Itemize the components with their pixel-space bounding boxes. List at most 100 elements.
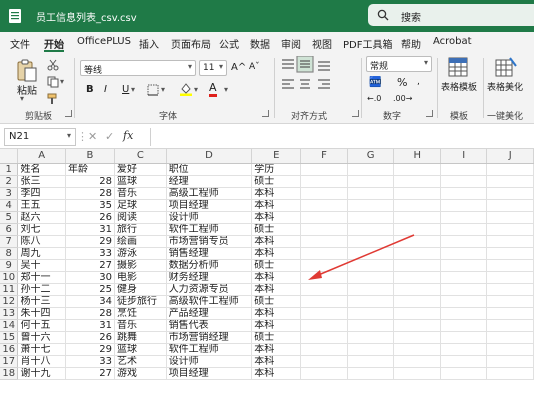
cell[interactable]: 徒步旅行: [114, 295, 167, 308]
cell[interactable]: 28: [65, 307, 115, 320]
worksheet-grid[interactable]: A B C D E F G H I J 1 姓名 年龄 爱好 职位 学历 2 张三 28 篮球 经理…: [0, 149, 534, 400]
cell[interactable]: [347, 355, 395, 368]
tab-page-layout[interactable]: 页面布局: [171, 36, 211, 51]
cell[interactable]: [393, 343, 442, 356]
cell[interactable]: [347, 367, 395, 380]
cell[interactable]: [486, 259, 534, 272]
cell[interactable]: [486, 295, 534, 308]
cell[interactable]: 30: [65, 271, 115, 284]
cell[interactable]: 艺术: [114, 355, 167, 368]
cell[interactable]: [347, 307, 395, 320]
cell[interactable]: [440, 295, 488, 308]
paste-dropdown-icon[interactable]: ▾: [20, 94, 24, 103]
tab-data[interactable]: 数据: [250, 36, 270, 51]
table-beautify-icon[interactable]: [495, 57, 517, 77]
cell[interactable]: 曾十六: [17, 331, 66, 344]
cell[interactable]: 33: [65, 247, 115, 260]
cell[interactable]: [300, 331, 348, 344]
column-header[interactable]: I: [440, 149, 488, 164]
cell[interactable]: 篮球: [114, 175, 167, 188]
table-beautify-button[interactable]: 表格美化: [487, 80, 523, 93]
cell[interactable]: 高级软件工程师: [166, 295, 253, 308]
cell[interactable]: [393, 367, 442, 380]
cell[interactable]: [486, 187, 534, 200]
cell[interactable]: 王五: [17, 199, 66, 212]
cell[interactable]: 本科: [251, 211, 302, 224]
number-launcher-icon[interactable]: [426, 110, 433, 117]
fill-color-dropdown-icon[interactable]: ▾: [194, 85, 198, 94]
cell[interactable]: 硕士: [251, 259, 302, 272]
cell[interactable]: 张三: [17, 175, 66, 188]
clipboard-launcher-icon[interactable]: [65, 110, 72, 117]
row-header[interactable]: 12: [0, 295, 19, 308]
cell[interactable]: 刘七: [17, 223, 66, 236]
cell[interactable]: [300, 259, 348, 272]
cell[interactable]: 设计师: [166, 211, 253, 224]
wrap-text-icon[interactable]: [279, 56, 335, 102]
table-template-icon[interactable]: [448, 57, 468, 77]
cell[interactable]: 本科: [251, 235, 302, 248]
cell[interactable]: [347, 343, 395, 356]
cell[interactable]: 吴十: [17, 259, 66, 272]
cell[interactable]: 硕士: [251, 223, 302, 236]
tab-file[interactable]: 文件: [10, 36, 30, 51]
cell[interactable]: 朱十四: [17, 307, 66, 320]
cell[interactable]: [300, 319, 348, 332]
cell[interactable]: 音乐: [114, 187, 167, 200]
copy-icon[interactable]: [47, 76, 59, 88]
tab-home[interactable]: 开始: [44, 36, 64, 51]
tab-pdf-toolbox[interactable]: PDF工具箱: [343, 36, 392, 51]
cell[interactable]: [440, 163, 488, 176]
cell[interactable]: [393, 163, 442, 176]
cell[interactable]: [440, 223, 488, 236]
cell[interactable]: [300, 343, 348, 356]
cell[interactable]: 项目经理: [166, 367, 253, 380]
row-header[interactable]: 4: [0, 199, 19, 212]
cell[interactable]: 29: [65, 343, 115, 356]
cell[interactable]: 学历: [251, 163, 302, 176]
cell[interactable]: [347, 259, 395, 272]
cell[interactable]: [486, 175, 534, 188]
cell[interactable]: 谢十九: [17, 367, 66, 380]
italic-button[interactable]: I: [104, 84, 107, 95]
cell[interactable]: 游戏: [114, 367, 167, 380]
cell[interactable]: [347, 163, 395, 176]
cell[interactable]: [393, 247, 442, 260]
percent-button[interactable]: %: [397, 76, 407, 89]
cell[interactable]: [440, 211, 488, 224]
cell[interactable]: 33: [65, 355, 115, 368]
cell[interactable]: 本科: [251, 283, 302, 296]
cell[interactable]: 财务经理: [166, 271, 253, 284]
cell[interactable]: [300, 199, 348, 212]
tab-insert[interactable]: 插入: [139, 36, 159, 51]
cell[interactable]: 陈八: [17, 235, 66, 248]
cell[interactable]: 足球: [114, 199, 167, 212]
borders-dropdown-icon[interactable]: ▾: [161, 85, 165, 94]
cell[interactable]: [300, 271, 348, 284]
cell[interactable]: [393, 175, 442, 188]
number-format-select[interactable]: 常规 ▾: [366, 56, 432, 72]
column-header[interactable]: D: [166, 149, 253, 164]
cell[interactable]: [347, 235, 395, 248]
tab-review[interactable]: 审阅: [281, 36, 301, 51]
cell[interactable]: [440, 175, 488, 188]
cell[interactable]: 电影: [114, 271, 167, 284]
cell[interactable]: 软件工程师: [166, 343, 253, 356]
row-header[interactable]: 1: [0, 163, 19, 176]
cell[interactable]: 李四: [17, 187, 66, 200]
cell[interactable]: 本科: [251, 247, 302, 260]
cell[interactable]: [486, 367, 534, 380]
column-header[interactable]: A: [17, 149, 66, 164]
cell[interactable]: 硕士: [251, 295, 302, 308]
cell[interactable]: [486, 211, 534, 224]
cell[interactable]: [347, 295, 395, 308]
cell[interactable]: [347, 199, 395, 212]
row-header[interactable]: 16: [0, 343, 19, 356]
cell[interactable]: [440, 259, 488, 272]
row-header[interactable]: 13: [0, 307, 19, 320]
cell[interactable]: [440, 355, 488, 368]
row-header[interactable]: 9: [0, 259, 19, 272]
cell[interactable]: [440, 331, 488, 344]
cancel-icon[interactable]: ✕: [88, 130, 97, 143]
cell[interactable]: [347, 187, 395, 200]
